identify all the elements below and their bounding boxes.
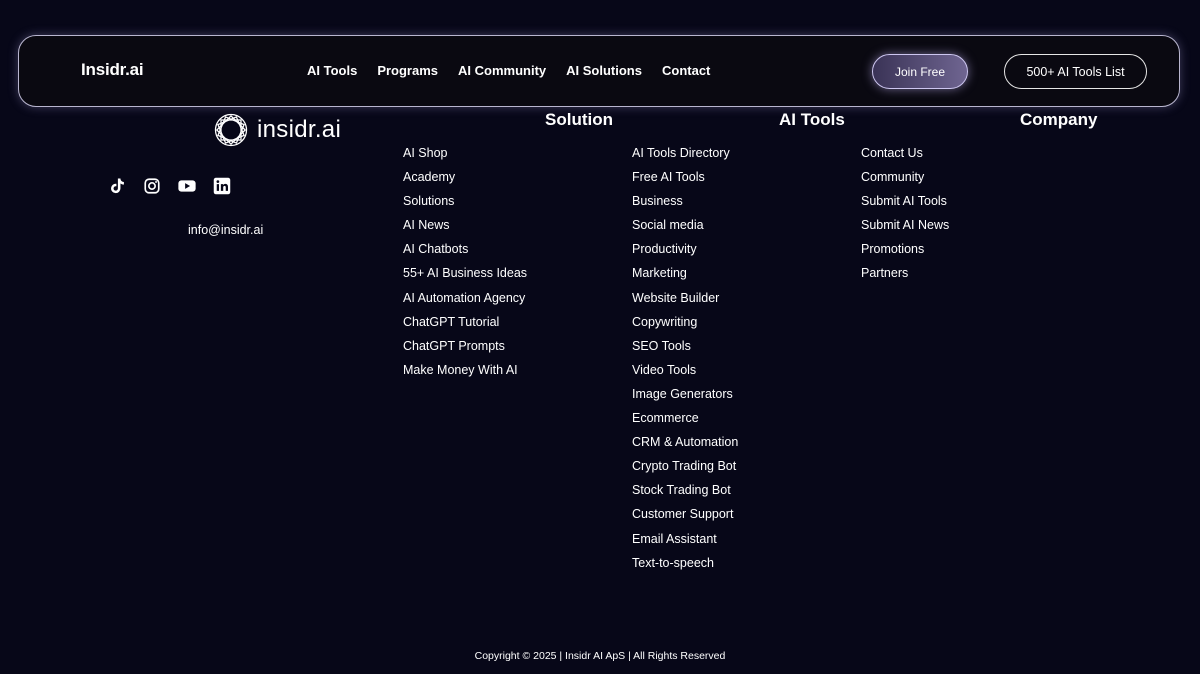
solution-link[interactable]: Make Money With AI (403, 362, 527, 386)
ai-tools-link[interactable]: Stock Trading Bot (632, 482, 738, 506)
ai-tools-link[interactable]: Ecommerce (632, 410, 738, 434)
solution-link[interactable]: 55+ AI Business Ideas (403, 265, 527, 289)
linkedin-icon[interactable] (213, 177, 231, 195)
main-nav: AI Tools Programs AI Community AI Soluti… (307, 63, 710, 78)
ai-tools-link[interactable]: Marketing (632, 265, 738, 289)
company-links: Contact Us Community Submit AI Tools Submit… (861, 145, 949, 290)
join-free-button[interactable]: Join Free (872, 54, 968, 89)
nav-ai-community[interactable]: AI Community (458, 63, 546, 78)
ai-tools-link[interactable]: Copywriting (632, 314, 738, 338)
tiktok-icon[interactable] (108, 177, 126, 195)
footer-logo[interactable]: insidr.ai (213, 112, 341, 148)
social-links (108, 177, 231, 195)
solution-link[interactable]: AI Automation Agency (403, 290, 527, 314)
ai-tools-link[interactable]: Crypto Trading Bot (632, 458, 738, 482)
insidr-mark-icon (214, 113, 248, 147)
ai-tools-link[interactable]: CRM & Automation (632, 434, 738, 458)
nav-programs[interactable]: Programs (377, 63, 438, 78)
nav-contact[interactable]: Contact (662, 63, 710, 78)
ai-tools-link[interactable]: Website Builder (632, 290, 738, 314)
footer-logo-text: insidr.ai (257, 116, 342, 143)
company-link[interactable]: Community (861, 169, 949, 193)
ai-tools-link[interactable]: Text-to-speech (632, 555, 738, 579)
nav-ai-tools[interactable]: AI Tools (307, 63, 357, 78)
ai-tools-links: AI Tools Directory Free AI Tools Business S… (632, 145, 738, 579)
solution-links: AI Shop Academy Solutions AI News AI Chatbot… (403, 145, 527, 386)
ai-tools-link[interactable]: SEO Tools (632, 338, 738, 362)
company-link[interactable]: Submit AI News (861, 217, 949, 241)
instagram-icon[interactable] (143, 177, 161, 195)
company-link[interactable]: Partners (861, 265, 949, 289)
company-link[interactable]: Contact Us (861, 145, 949, 169)
ai-tools-link[interactable]: Free AI Tools (632, 169, 738, 193)
company-column-title: Company (1020, 110, 1098, 129)
solution-link[interactable]: AI Chatbots (403, 241, 527, 265)
solution-link[interactable]: Solutions (403, 193, 527, 217)
ai-tools-link[interactable]: Video Tools (632, 362, 738, 386)
ai-tools-link[interactable]: Customer Support (632, 506, 738, 530)
ai-tools-link[interactable]: Productivity (632, 241, 738, 265)
brand-logo[interactable]: Insidr.ai (81, 60, 144, 80)
ai-tools-link[interactable]: Business (632, 193, 738, 217)
copyright-text: Copyright © 2025 | Insidr AI ApS | All R… (474, 650, 726, 662)
solution-link[interactable]: Academy (403, 169, 527, 193)
solution-link[interactable]: AI Shop (403, 145, 527, 169)
solution-link[interactable]: ChatGPT Prompts (403, 338, 527, 362)
ai-tools-link[interactable]: Social media (632, 217, 738, 241)
contact-email-link[interactable]: info@insidr.ai (188, 223, 263, 237)
youtube-icon[interactable] (178, 177, 196, 195)
solution-link[interactable]: AI News (403, 217, 527, 241)
ai-tools-list-button[interactable]: 500+ AI Tools List (1004, 54, 1147, 89)
company-link[interactable]: Promotions (861, 241, 949, 265)
solution-column-title: Solution (545, 110, 613, 129)
solution-link[interactable]: ChatGPT Tutorial (403, 314, 527, 338)
top-navbar: Insidr.ai AI Tools Programs AI Community… (18, 35, 1180, 107)
ai-tools-column-title: AI Tools (779, 110, 845, 129)
nav-ai-solutions[interactable]: AI Solutions (566, 63, 642, 78)
ai-tools-link[interactable]: AI Tools Directory (632, 145, 738, 169)
company-link[interactable]: Submit AI Tools (861, 193, 949, 217)
ai-tools-link[interactable]: Email Assistant (632, 531, 738, 555)
ai-tools-link[interactable]: Image Generators (632, 386, 738, 410)
